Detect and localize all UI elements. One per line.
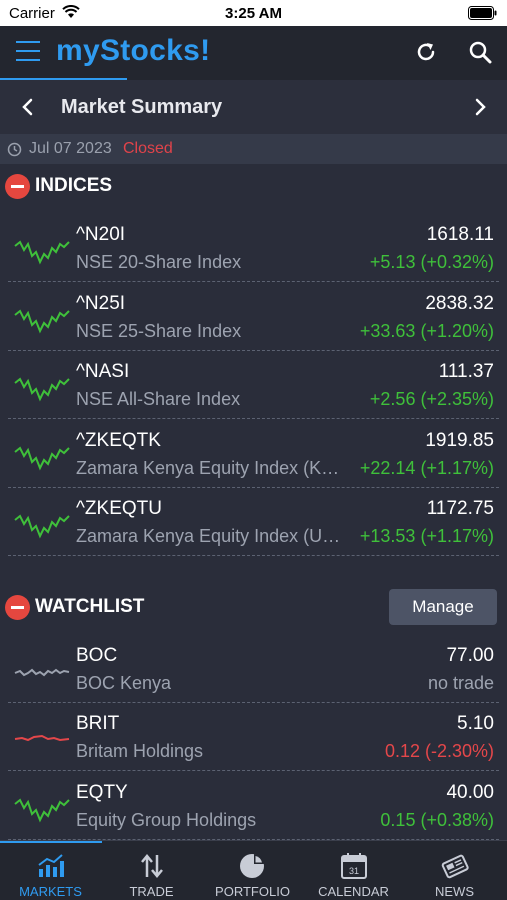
collapse-minus-icon[interactable]: [5, 174, 30, 199]
watchlist-row[interactable]: EQTY Equity Group Holdings 40.00 0.15 (+…: [0, 772, 507, 840]
index-row[interactable]: ^ZKEQTU Zamara Kenya Equity Index (USD) …: [0, 488, 507, 556]
watchlist-row[interactable]: BRIT Britam Holdings 5.10 0.12 (-2.30%): [0, 703, 507, 771]
index-row[interactable]: ^NASI NSE All-Share Index 111.37 +2.56 (…: [0, 351, 507, 419]
trade-arrows-icon: [141, 854, 163, 878]
price: 5.10: [457, 713, 494, 734]
price-change: 0.12 (-2.30%): [384, 741, 494, 761]
company-name: Zamara Kenya Equity Index (KES): [76, 458, 351, 478]
calendar-icon: 31: [341, 853, 367, 879]
price: 111.37: [438, 361, 494, 382]
market-date: Jul 07 2023: [29, 140, 112, 157]
price: 1618.11: [426, 224, 494, 245]
company-name: NSE 25-Share Index: [76, 321, 242, 341]
row-divider: [8, 770, 499, 771]
row-divider: [8, 555, 499, 556]
portfolio-pie-icon: [240, 854, 264, 878]
tab-portfolio[interactable]: PORTFOLIO: [202, 841, 303, 900]
chevron-right-icon[interactable]: [472, 97, 488, 117]
price-change: +5.13 (+0.32%): [369, 252, 494, 272]
price-change: 0.15 (+0.38%): [380, 810, 494, 830]
price: 1172.75: [426, 498, 494, 519]
tab-label: NEWS: [435, 884, 474, 899]
chevron-left-icon[interactable]: [20, 97, 36, 117]
status-bar: Carrier 3:25 AM: [0, 0, 507, 26]
tab-label: MARKETS: [19, 884, 82, 899]
price-change: +13.53 (+1.17%): [359, 526, 494, 546]
price-change: +2.56 (+2.35%): [369, 389, 494, 409]
clock-time: 3:25 AM: [225, 5, 282, 22]
symbol: ^ZKEQTU: [76, 498, 162, 519]
symbol: ^N20I: [76, 224, 126, 245]
index-row[interactable]: ^N20I NSE 20-Share Index 1618.11 +5.13 (…: [0, 214, 507, 282]
news-icon: [441, 854, 469, 879]
app-title: myStocks!: [56, 34, 211, 67]
tab-calendar[interactable]: 31 CALENDAR: [303, 841, 404, 900]
symbol: EQTY: [76, 782, 128, 803]
sparkline-chart: [14, 377, 70, 402]
sparkline-chart: [14, 798, 70, 823]
sparkline-chart: [14, 309, 70, 334]
company-name: Britam Holdings: [76, 741, 204, 761]
index-row[interactable]: ^N25I NSE 25-Share Index 2838.32 +33.63 …: [0, 283, 507, 351]
watchlist-row[interactable]: BOC BOC Kenya 77.00 no trade: [0, 635, 507, 703]
symbol: BOC: [76, 645, 118, 666]
market-date-bar: Jul 07 2023 Closed: [0, 134, 507, 164]
markets-chart-icon: [38, 854, 64, 877]
collapse-minus-icon[interactable]: [5, 595, 30, 620]
price-change: +33.63 (+1.20%): [359, 321, 494, 341]
company-name: Equity Group Holdings: [76, 810, 257, 830]
tab-label: PORTFOLIO: [215, 884, 290, 899]
sparkline-chart: [14, 240, 70, 265]
price: 77.00: [446, 645, 494, 666]
clock-icon: [7, 142, 22, 157]
row-divider: [8, 418, 499, 419]
company-name: NSE 20-Share Index: [76, 252, 242, 272]
svg-text:31: 31: [349, 866, 359, 876]
price-change: no trade: [427, 673, 494, 693]
battery-icon: [468, 6, 497, 20]
search-icon[interactable]: [468, 40, 492, 64]
company-name: BOC Kenya: [76, 673, 172, 693]
sparkline-chart: [14, 514, 70, 539]
app-header: myStocks!: [0, 26, 507, 80]
symbol: ^N25I: [76, 293, 126, 314]
sparkline-chart: [14, 668, 70, 677]
row-divider: [8, 281, 499, 282]
market-summary-bar: Market Summary: [0, 80, 507, 134]
market-summary-title: Market Summary: [61, 96, 223, 118]
refresh-icon[interactable]: [414, 40, 438, 64]
sparkline-chart: [14, 446, 70, 471]
price: 2838.32: [425, 293, 494, 314]
symbol: ^NASI: [76, 361, 130, 382]
watchlist-section-header: WATCHLIST Manage: [0, 587, 507, 627]
company-name: Zamara Kenya Equity Index (USD): [76, 526, 351, 546]
price: 1919.85: [425, 430, 494, 451]
tab-markets[interactable]: MARKETS: [0, 841, 101, 900]
market-status: Closed: [123, 140, 173, 157]
company-name: NSE All-Share Index: [76, 389, 241, 409]
indices-title: INDICES: [35, 175, 113, 196]
indices-section-header: INDICES: [0, 166, 507, 206]
manage-button[interactable]: Manage: [389, 589, 497, 625]
sparkline-chart: [14, 734, 70, 742]
watchlist-title: WATCHLIST: [35, 596, 145, 617]
price-change: +22.14 (+1.17%): [359, 458, 494, 478]
bottom-tab-bar: MARKETS TRADE PORTFOLIO 31 CALENDAR NEWS: [0, 840, 507, 900]
symbol: BRIT: [76, 713, 120, 734]
tab-news[interactable]: NEWS: [404, 841, 505, 900]
symbol: ^ZKEQTK: [76, 430, 161, 451]
index-row[interactable]: ^ZKEQTK Zamara Kenya Equity Index (KES) …: [0, 420, 507, 488]
hamburger-menu-icon[interactable]: [16, 41, 40, 63]
tab-label: CALENDAR: [318, 884, 389, 899]
tab-label: TRADE: [129, 884, 174, 899]
tab-trade[interactable]: TRADE: [101, 841, 202, 900]
price: 40.00: [446, 782, 494, 803]
